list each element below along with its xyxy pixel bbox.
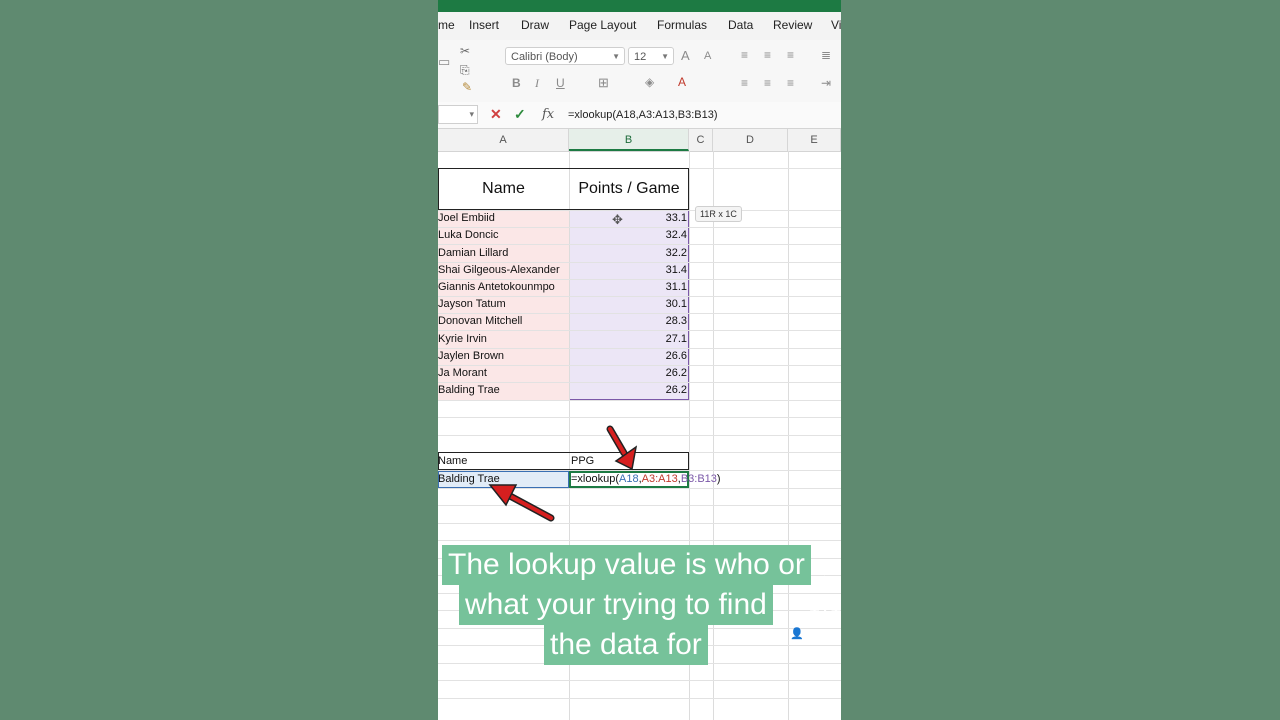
column-header-a[interactable]: A (438, 129, 569, 151)
player-name-7[interactable]: Donovan Mitchell (438, 315, 522, 327)
player-ppg-5[interactable]: 31.1 (569, 281, 687, 293)
align-bottom-icon[interactable]: ≡ (787, 48, 794, 62)
player-ppg-11[interactable]: 26.2 (569, 384, 687, 396)
indent-icon[interactable]: ⇥ (821, 76, 831, 90)
tab-formulas[interactable]: Formulas (657, 18, 707, 32)
player-name-4[interactable]: Shai Gilgeous-Alexander (438, 264, 560, 276)
chevron-down-icon: ▼ (612, 52, 620, 61)
player-ppg-9[interactable]: 26.6 (569, 350, 687, 362)
align-top-icon[interactable]: ≡ (741, 48, 748, 62)
player-ppg-4[interactable]: 31.4 (569, 264, 687, 276)
tab-page-layout[interactable]: Page Layout (569, 18, 636, 32)
column-header-e[interactable]: E (788, 129, 841, 151)
formula-input[interactable]: =xlookup(A18,A3:A13,B3:B13) (568, 109, 718, 121)
tab-review[interactable]: Review (773, 18, 812, 32)
column-header-c[interactable]: C (689, 129, 713, 151)
align-right-icon[interactable]: ≡ (787, 76, 794, 90)
player-name-3[interactable]: Damian Lillard (438, 247, 508, 259)
align-center-icon[interactable]: ≡ (764, 76, 771, 90)
italic-button[interactable]: I (535, 76, 539, 91)
player-name-5[interactable]: Giannis Antetokounmpo (438, 281, 555, 293)
cancel-icon[interactable]: ✕ (490, 106, 502, 123)
formula-bar: ▾ ✕ ✓ fx =xlookup(A18,A3:A13,B3:B13) (438, 102, 841, 129)
annotation-arrows (488, 425, 638, 522)
font-name-select[interactable]: Calibri (Body) ▼ (505, 47, 625, 65)
copy-icon[interactable]: ⎘ (460, 63, 470, 78)
player-name-1[interactable]: Joel Embiid (438, 212, 495, 224)
cut-icon[interactable]: ✂ (460, 44, 470, 58)
player-name-6[interactable]: Jayson Tatum (438, 298, 506, 310)
tab-view[interactable]: Vi (831, 18, 841, 32)
font-color-icon[interactable]: A (678, 75, 686, 89)
font-size-value: 12 (634, 51, 647, 63)
font-size-select[interactable]: 12 ▼ (628, 47, 674, 65)
video-caption: The lookup value is who or what your try… (438, 541, 841, 681)
header-name[interactable]: Name (438, 169, 569, 209)
watermark-brand: TikT (810, 606, 841, 623)
orientation-icon[interactable]: ≣ (821, 48, 831, 62)
player-ppg-10[interactable]: 26.2 (569, 367, 687, 379)
caption-line-2: what your trying to find (459, 585, 773, 625)
player-name-11[interactable]: Balding Trae (438, 384, 500, 396)
watermark-handle: 👤 @excel (790, 627, 841, 640)
excel-window: me Insert Draw Page Layout Formulas Data… (438, 0, 841, 720)
underline-button[interactable]: U (556, 76, 565, 90)
align-middle-icon[interactable]: ≡ (764, 48, 771, 62)
fill-color-icon[interactable]: ◈ (645, 75, 654, 89)
player-name-2[interactable]: Luka Doncic (438, 229, 499, 241)
align-left-icon[interactable]: ≡ (741, 76, 748, 90)
player-ppg-1[interactable]: 33.1 (569, 212, 687, 224)
grow-font-icon[interactable]: A (681, 48, 690, 63)
header-points-per-game[interactable]: Points / Game (569, 169, 689, 209)
player-ppg-8[interactable]: 27.1 (569, 333, 687, 345)
ribbon-tabs: me Insert Draw Page Layout Formulas Data… (438, 12, 841, 40)
tab-insert[interactable]: Insert (469, 18, 499, 32)
shrink-font-icon[interactable]: A (704, 50, 711, 62)
player-ppg-6[interactable]: 30.1 (569, 298, 687, 310)
red-arrow-down-icon (606, 425, 638, 471)
player-ppg-3[interactable]: 32.2 (569, 247, 687, 259)
format-painter-icon[interactable]: ✎ (462, 80, 472, 94)
player-name-8[interactable]: Kyrie Irvin (438, 333, 487, 345)
column-header-d[interactable]: D (713, 129, 788, 151)
column-header-b[interactable]: B (569, 129, 689, 151)
title-bar (438, 0, 841, 12)
chevron-down-icon: ▼ (661, 52, 669, 61)
insert-function-icon[interactable]: fx (542, 107, 554, 122)
caption-line-3: the data for (544, 625, 708, 665)
selection-size-tooltip: 11R x 1C (695, 206, 742, 222)
move-cursor-icon: ✥ (612, 212, 623, 227)
enter-icon[interactable]: ✓ (514, 106, 526, 123)
player-ppg-2[interactable]: 32.4 (569, 229, 687, 241)
player-name-10[interactable]: Ja Morant (438, 367, 487, 379)
name-box[interactable]: ▾ (438, 105, 478, 124)
paste-icon[interactable]: ▭ (438, 54, 450, 70)
bold-button[interactable]: B (512, 76, 521, 90)
red-arrow-left-icon (488, 484, 555, 522)
ribbon: ▭ ✂ ⎘ ✎ Calibri (Body) ▼ 12 ▼ A A B I U … (438, 40, 841, 103)
player-name-9[interactable]: Jaylen Brown (438, 350, 504, 362)
tab-home[interactable]: me (438, 18, 455, 32)
borders-icon[interactable]: ⊞ (598, 75, 609, 91)
tab-data[interactable]: Data (728, 18, 753, 32)
font-name-value: Calibri (Body) (511, 51, 578, 63)
caption-line-1: The lookup value is who or (442, 545, 811, 585)
column-headers: A B C D E (438, 129, 841, 152)
watermark-handle-text: @excel (806, 628, 841, 640)
player-ppg-7[interactable]: 28.3 (569, 315, 687, 327)
tiktok-logo-icon: ♪ (820, 570, 829, 590)
tab-draw[interactable]: Draw (521, 18, 549, 32)
